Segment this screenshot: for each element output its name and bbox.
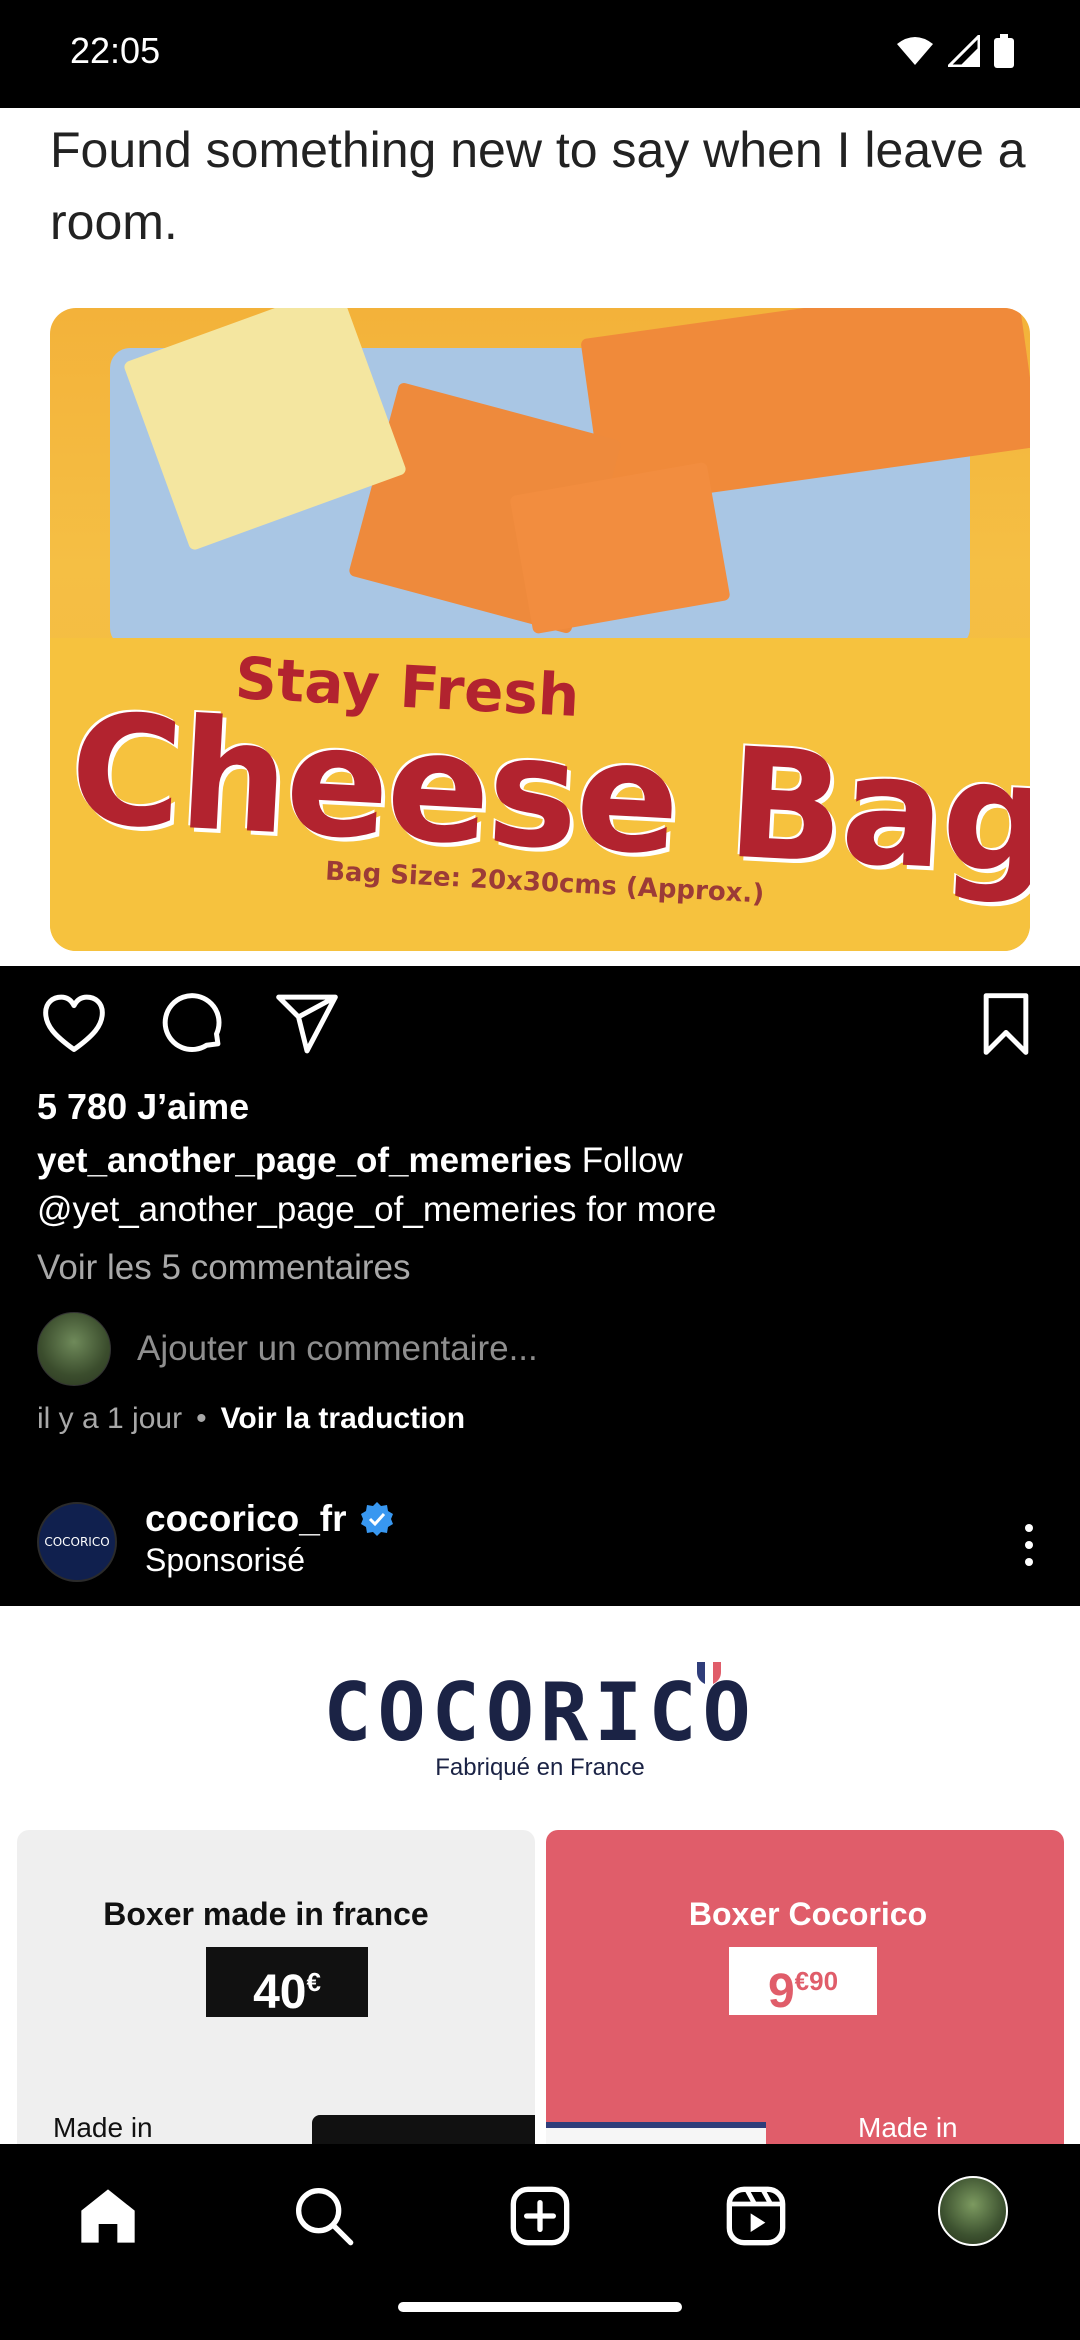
price-value: 40 — [253, 1966, 307, 2019]
status-bar: 22:05 — [0, 0, 1080, 108]
signal-icon — [948, 35, 980, 67]
home-indicator[interactable] — [398, 2302, 682, 2312]
sponsor-name-row[interactable]: cocorico_fr — [145, 1498, 395, 1540]
ad-tagline: Fabriqué en France — [435, 1754, 645, 1781]
product-card[interactable]: Boxer made in france 40€ Made in — [17, 1830, 535, 2144]
price-tag: 40€ — [206, 1947, 368, 2019]
product-card[interactable]: Boxer Cocorico 9€90 Made in — [546, 1830, 1064, 2144]
add-comment-input[interactable]: Ajouter un commentaire... — [137, 1329, 538, 1369]
bookmark-icon[interactable] — [972, 990, 1040, 1058]
price-currency: € — [306, 1967, 321, 1997]
meme-caption: Found something new to say when I leave … — [50, 122, 1026, 250]
made-in-badge: Made in — [858, 2112, 958, 2143]
sponsored-post-header: COCORICO cocorico_fr Sponsorisé — [0, 1490, 1080, 1606]
post-actions — [0, 966, 1080, 1086]
share-icon[interactable] — [273, 990, 341, 1058]
post-caption: yet_another_page_of_memeries Follow @yet… — [37, 1136, 1037, 1234]
view-comments-link[interactable]: Voir les 5 commentaires — [37, 1248, 410, 1288]
ad-creative[interactable]: COCORICO Fabriqué en France Boxer made i… — [0, 1606, 1080, 2144]
cheese-bag-photo: Stay Fresh Cheese Bags Bag Size: 20x30cm… — [50, 308, 1030, 951]
translate-link[interactable]: Voir la traduction — [221, 1402, 465, 1436]
status-icons — [896, 34, 1014, 68]
french-flag-icon — [697, 1662, 721, 1684]
product-title: Boxer made in france — [103, 1896, 429, 1932]
made-in-badge: Made in — [53, 2112, 153, 2143]
price-tag: 9€90 — [729, 1947, 877, 2018]
boxer-product-image — [546, 2122, 766, 2144]
sponsor-avatar-text: COCORICO — [44, 1535, 110, 1549]
product-title: Boxer Cocorico — [688, 1896, 928, 1932]
status-time: 22:05 — [70, 30, 161, 71]
create-post-icon[interactable] — [508, 2184, 572, 2248]
wifi-icon — [897, 37, 933, 65]
home-icon[interactable] — [76, 2184, 140, 2248]
search-icon[interactable] — [292, 2184, 356, 2248]
post-meta: il y a 1 jour • Voir la traduction — [37, 1402, 465, 1436]
likes-count[interactable]: 5 780 J’aime — [37, 1086, 249, 1128]
sponsored-label: Sponsorisé — [145, 1542, 306, 1578]
price-currency: €90 — [794, 1966, 839, 1996]
profile-avatar[interactable] — [938, 2176, 1008, 2246]
avatar — [37, 1312, 111, 1386]
heart-icon[interactable] — [40, 990, 108, 1058]
comment-icon[interactable] — [157, 990, 225, 1058]
more-options-icon[interactable] — [1014, 1520, 1044, 1570]
sponsor-name[interactable]: cocorico_fr — [145, 1498, 347, 1540]
verified-icon — [360, 1502, 393, 1536]
sponsor-avatar[interactable]: COCORICO — [37, 1502, 117, 1582]
cocorico-logo: COCORICO — [323, 1666, 757, 1759]
price-value: 9 — [767, 1965, 795, 2018]
reels-icon[interactable] — [724, 2184, 788, 2248]
post-image[interactable]: Found something new to say when I leave … — [0, 108, 1080, 966]
add-comment-row[interactable]: Ajouter un commentaire... — [37, 1312, 538, 1386]
caption-username[interactable]: yet_another_page_of_memeries — [37, 1141, 572, 1180]
meta-separator: • — [196, 1402, 207, 1435]
boxer-product-image — [312, 2115, 535, 2144]
post-timestamp: il y a 1 jour — [37, 1402, 183, 1435]
battery-icon — [994, 34, 1014, 68]
